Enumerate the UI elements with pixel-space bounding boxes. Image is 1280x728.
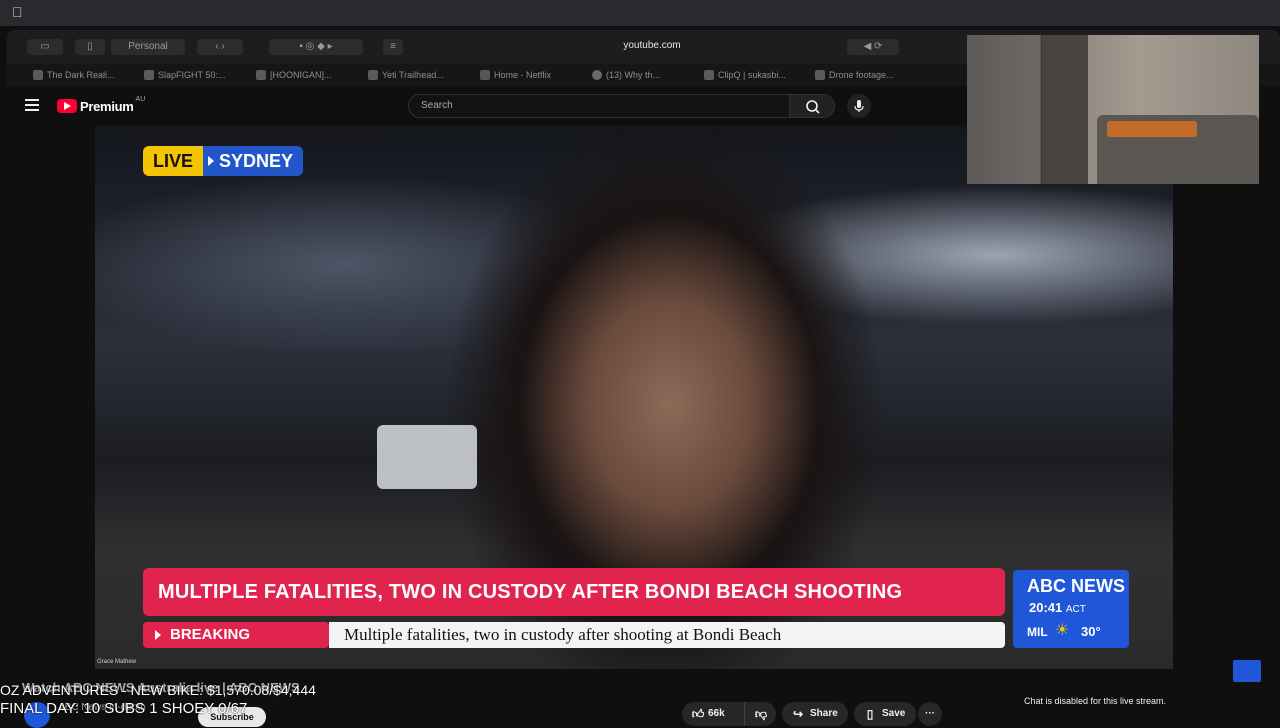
dislike-button[interactable]: 👎︎ [744, 702, 776, 726]
share-icon: ↪ [792, 707, 804, 721]
audio-reload-icon[interactable]: ◀ ⟳ [847, 39, 899, 55]
tab-item[interactable]: (13) Why th... [590, 67, 690, 83]
extensions-icon[interactable]: ▪ ◎ ◆ ▸ [269, 39, 363, 55]
below-video-bar: Watch ABC NEWS Australia live | ABC NEWS… [0, 675, 1280, 728]
logo-text: Premium [80, 98, 134, 114]
netflix-favicon-icon [480, 70, 490, 80]
search-input[interactable]: Search [408, 94, 790, 118]
search-placeholder: Search [421, 100, 453, 111]
tab-label: Home - Netflix [494, 70, 552, 80]
tab-item[interactable]: Drone footage... [813, 67, 913, 83]
address-bar[interactable]: youtube.com [607, 40, 697, 51]
tab-item[interactable]: ClipQ | sukasbi... [702, 67, 802, 83]
region-code: AU [135, 95, 146, 103]
favicon-icon [33, 70, 43, 80]
bookmark-icon: ▯ [866, 707, 874, 721]
save-label: Save [882, 708, 906, 719]
clock: 20:41 ACT [1029, 600, 1086, 615]
sidebar-toggle-icon[interactable]: ▭ [27, 39, 63, 55]
tab-label: SlapFIGHT 50:... [158, 70, 226, 80]
more-actions-button[interactable]: ··· [918, 702, 942, 726]
breaking-label: BREAKING [170, 626, 251, 643]
weather-location: MIL [1027, 625, 1048, 639]
tab-item[interactable]: The Dark Reali... [31, 67, 131, 83]
macos-menu-bar:  [0, 0, 1280, 26]
headline-banner: MULTIPLE FATALITIES, TWO IN CUSTODY AFTE… [143, 568, 1005, 616]
apple-icon[interactable]:  [12, 5, 25, 20]
tab-label: [HOONIGAN]... [270, 70, 332, 80]
like-button[interactable]: 👍︎ 66k 👎︎ [682, 702, 776, 726]
tab-label: (13) Why th... [606, 70, 661, 80]
network-name: ABC NEWS [1027, 576, 1125, 596]
back-forward-icon[interactable]: ‹ › [197, 39, 243, 55]
chat-disabled-notice: Chat is disabled for this live stream. [1024, 696, 1167, 706]
van-shape [377, 425, 477, 489]
tab-label: The Dark Reali... [47, 70, 115, 80]
tab-label: Yeti Trailhead... [382, 70, 444, 80]
search-icon [806, 100, 820, 114]
tab-item[interactable]: Yeti Trailhead... [366, 67, 466, 83]
live-label: LIVE [143, 146, 204, 176]
tab-item[interactable]: [HOONIGAN]... [254, 67, 354, 83]
share-label: Share [810, 708, 838, 719]
sun-icon: ☀ [1055, 622, 1070, 639]
abc-news-bug: ABC NEWS 20:41 ACT MIL ☀ 30° [1013, 570, 1129, 648]
youtube-play-icon [57, 99, 77, 113]
tab-item[interactable]: SlapFIGHT 50:... [142, 67, 242, 83]
breaking-tag: BREAKING [143, 622, 329, 648]
favicon-icon [144, 70, 154, 80]
stream-overlay-goal: OZ ADVENTURES - NEW BIKE: $1,570.08/$4,4… [0, 682, 316, 698]
live-badge: LIVE SYDNEY [143, 146, 304, 176]
share-button[interactable]: ↪ Share [782, 702, 848, 726]
youtube-logo[interactable]: Premium AU [57, 96, 145, 116]
video-player[interactable]: LIVE SYDNEY MULTIPLE FATALITIES, TWO IN … [95, 125, 1173, 669]
profile-button[interactable]: Personal [111, 39, 185, 55]
reporter-name: Grace Mathew [97, 659, 137, 665]
news-ticker: Multiple fatalities, two in custody afte… [329, 622, 1005, 648]
reader-icon[interactable]: ≡ [383, 39, 403, 55]
tab-label: ClipQ | sukasbi... [718, 70, 786, 80]
favicon-icon [368, 70, 378, 80]
tab-overview-icon[interactable]: ▯ [75, 39, 105, 55]
tab-item[interactable]: Home - Netflix [478, 67, 578, 83]
webcam-bag [1107, 121, 1197, 137]
ticker-text: Multiple fatalities, two in custody afte… [344, 625, 782, 644]
search-button[interactable] [789, 94, 835, 118]
favicon-icon [815, 70, 825, 80]
microphone-icon [854, 100, 864, 112]
stream-overlay-subs: FINAL DAY: 10 SUBS 1 SHOEY 0/67 [0, 700, 248, 717]
live-location: SYDNEY [203, 146, 304, 176]
hamburger-menu-icon[interactable] [25, 99, 39, 111]
favicon-icon [704, 70, 714, 80]
clock-time: 20:41 [1029, 600, 1063, 615]
clock-timezone: ACT [1065, 604, 1086, 615]
like-count: 66k [708, 708, 725, 719]
profile-label: Personal [128, 41, 168, 52]
thumbs-up-icon: 👍︎ [691, 707, 705, 721]
webcam-door [1042, 35, 1088, 184]
save-button[interactable]: ▯ Save [854, 702, 916, 726]
tab-label: Drone footage... [829, 70, 894, 80]
voice-search-button[interactable] [847, 94, 871, 118]
more-icon: ··· [925, 708, 935, 719]
thumbs-down-icon: 👎︎ [754, 707, 768, 721]
headline-text: MULTIPLE FATALITIES, TWO IN CUSTODY AFTE… [158, 581, 903, 603]
webcam-overlay [967, 35, 1259, 184]
temperature: 30° [1081, 624, 1101, 639]
youtube-favicon-icon [592, 70, 602, 80]
favicon-icon [256, 70, 266, 80]
